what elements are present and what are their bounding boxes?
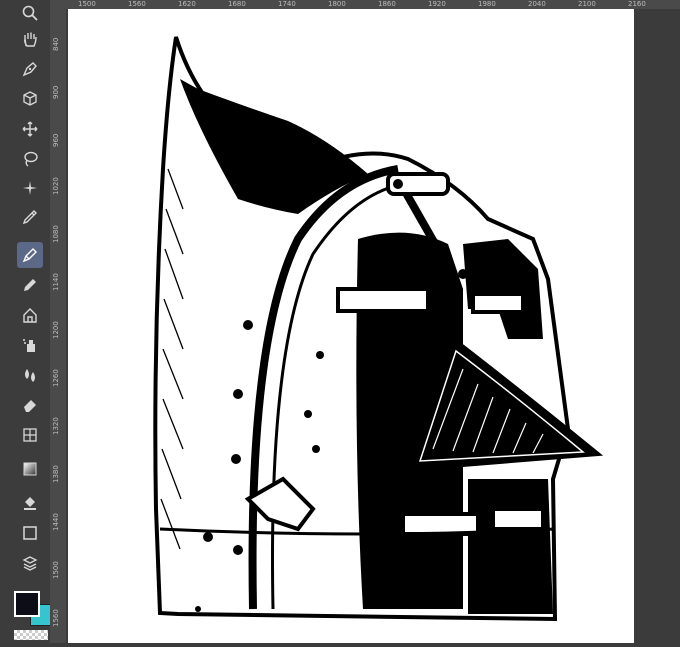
text-tool[interactable] (17, 550, 43, 576)
move-arrows-icon (22, 121, 38, 137)
ruler-tick-label: 1620 (178, 0, 196, 8)
ruler-tick-label: 1380 (52, 465, 60, 483)
transparent-color-swatch[interactable] (14, 630, 48, 640)
ruler-tick-label: 1200 (52, 321, 60, 339)
inking-pen-icon (22, 248, 37, 263)
ruler-tick-label: 1080 (52, 225, 60, 243)
pencil-tool[interactable] (17, 272, 43, 298)
hand-icon (24, 32, 37, 47)
fill-bucket-icon (24, 497, 36, 510)
layers-icon (22, 556, 38, 571)
ruler-tick-label: 1500 (78, 0, 96, 8)
ruler-tick-label: 1440 (52, 513, 60, 531)
ruler-tick-label: 2100 (578, 0, 596, 8)
grid-frame-icon (23, 428, 37, 442)
ruler-tick-label: 1260 (52, 369, 60, 387)
3d-tool[interactable] (17, 86, 43, 112)
airbrush-icon (23, 339, 35, 352)
shape-tool[interactable] (17, 520, 43, 546)
ruler-tick-label: 1920 (428, 0, 446, 8)
ruler-tick-label: 1560 (52, 609, 60, 627)
sparkle-icon (23, 181, 37, 195)
ruler-tick-label: 900 (52, 85, 60, 99)
magic-wand-tool[interactable] (17, 175, 43, 201)
lasso-icon (24, 151, 38, 167)
ruler-tick-label: 960 (52, 133, 60, 147)
zoom-tool[interactable] (17, 0, 43, 26)
gradient-tool[interactable] (17, 456, 43, 482)
droplets-icon (25, 369, 35, 382)
canvas-area (66, 9, 680, 643)
eraser-tool[interactable] (17, 392, 43, 418)
eyedropper-tool[interactable] (17, 204, 43, 230)
drawing-canvas[interactable] (68, 9, 634, 643)
knight-helmet-drawing (153, 36, 604, 622)
airbrush-tool[interactable] (17, 332, 43, 358)
house-brush-icon (23, 308, 37, 323)
inking-pen-tool[interactable] (17, 242, 43, 268)
ruler-tick-label: 1140 (52, 273, 60, 291)
ruler-tick-label: 2040 (528, 0, 546, 8)
main-color-swatch[interactable] (14, 591, 40, 617)
lasso-tool[interactable] (17, 146, 43, 172)
pen-tool[interactable] (17, 56, 43, 82)
eyedropper-icon (22, 210, 37, 225)
move-tool[interactable] (17, 116, 43, 142)
ruler-tick-label: 1680 (228, 0, 246, 8)
ruler-tick-label: 1320 (52, 417, 60, 435)
brush-tool[interactable] (17, 302, 43, 328)
vertical-ruler: 840 900 960 1020 1080 1140 1200 1260 1320 1380 144… (50, 9, 67, 643)
pencil-icon (24, 279, 36, 291)
blend-tool[interactable] (17, 362, 43, 388)
pen-nib-icon (22, 62, 37, 77)
frame-tool[interactable] (17, 422, 43, 448)
square-icon (23, 526, 37, 540)
ruler-tick-label: 2160 (628, 0, 646, 8)
ruler-tick-label: 1500 (52, 561, 60, 579)
magnifier-icon (22, 5, 38, 21)
ruler-tick-label: 1020 (52, 177, 60, 195)
ruler-tick-label: 1740 (278, 0, 296, 8)
ruler-tick-label: 840 (52, 37, 60, 51)
hand-tool[interactable] (17, 26, 43, 52)
tool-palette (0, 0, 52, 643)
fill-tool[interactable] (17, 490, 43, 516)
cube-icon (23, 91, 37, 106)
ruler-tick-label: 1800 (328, 0, 346, 8)
eraser-icon (24, 400, 36, 412)
ruler-tick-label: 1560 (128, 0, 146, 8)
ruler-tick-label: 1860 (378, 0, 396, 8)
ruler-tick-label: 1980 (478, 0, 496, 8)
gradient-icon (23, 462, 37, 476)
